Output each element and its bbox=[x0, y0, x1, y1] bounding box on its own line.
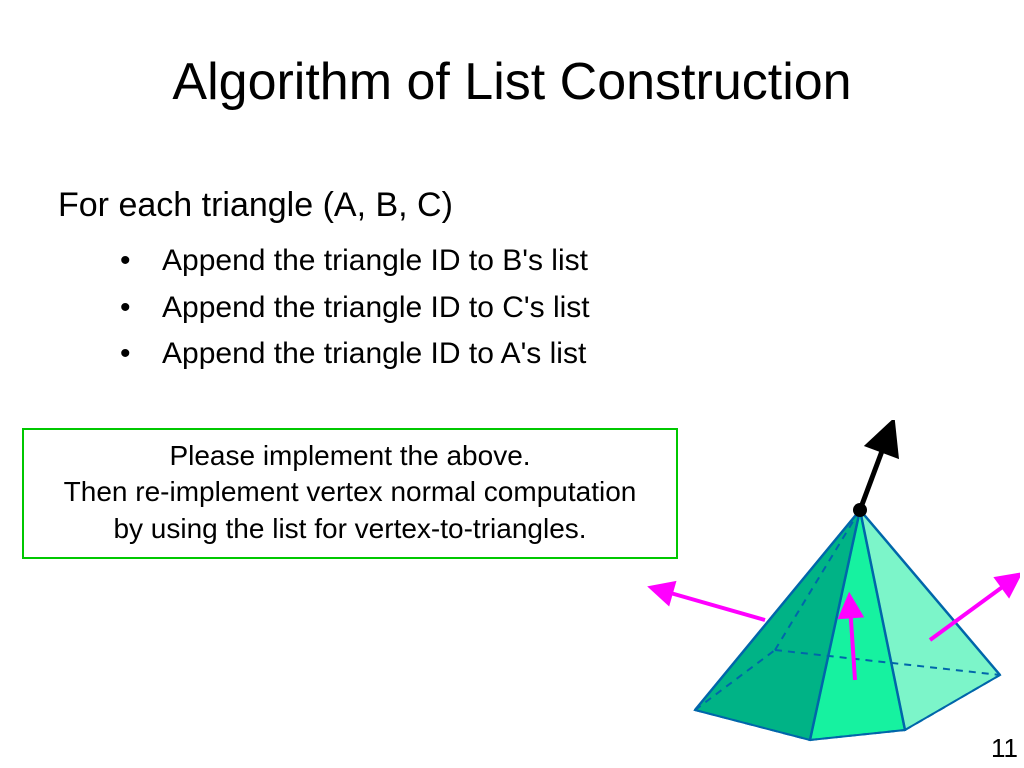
note-line: by using the list for vertex-to-triangle… bbox=[32, 511, 668, 547]
slide-title: Algorithm of List Construction bbox=[0, 52, 1024, 112]
bullet-text: Append the triangle ID to C's list bbox=[162, 285, 590, 332]
page-number: 11 bbox=[991, 733, 1018, 764]
intro-line: For each triangle (A, B, C) bbox=[58, 186, 453, 225]
note-line: Then re-implement vertex normal computat… bbox=[32, 474, 668, 510]
list-item: • Append the triangle ID to C's list bbox=[120, 285, 590, 332]
bullet-list: • Append the triangle ID to B's list • A… bbox=[120, 238, 590, 378]
instruction-box: Please implement the above. Then re-impl… bbox=[22, 428, 678, 559]
list-item: • Append the triangle ID to A's list bbox=[120, 331, 590, 378]
bullet-dot-icon: • bbox=[120, 285, 162, 332]
bullet-text: Append the triangle ID to A's list bbox=[162, 331, 586, 378]
note-line: Please implement the above. bbox=[32, 438, 668, 474]
list-item: • Append the triangle ID to B's list bbox=[120, 238, 590, 285]
pyramid-figure bbox=[600, 420, 1020, 760]
bullet-text: Append the triangle ID to B's list bbox=[162, 238, 588, 285]
bullet-dot-icon: • bbox=[120, 331, 162, 378]
bullet-dot-icon: • bbox=[120, 238, 162, 285]
